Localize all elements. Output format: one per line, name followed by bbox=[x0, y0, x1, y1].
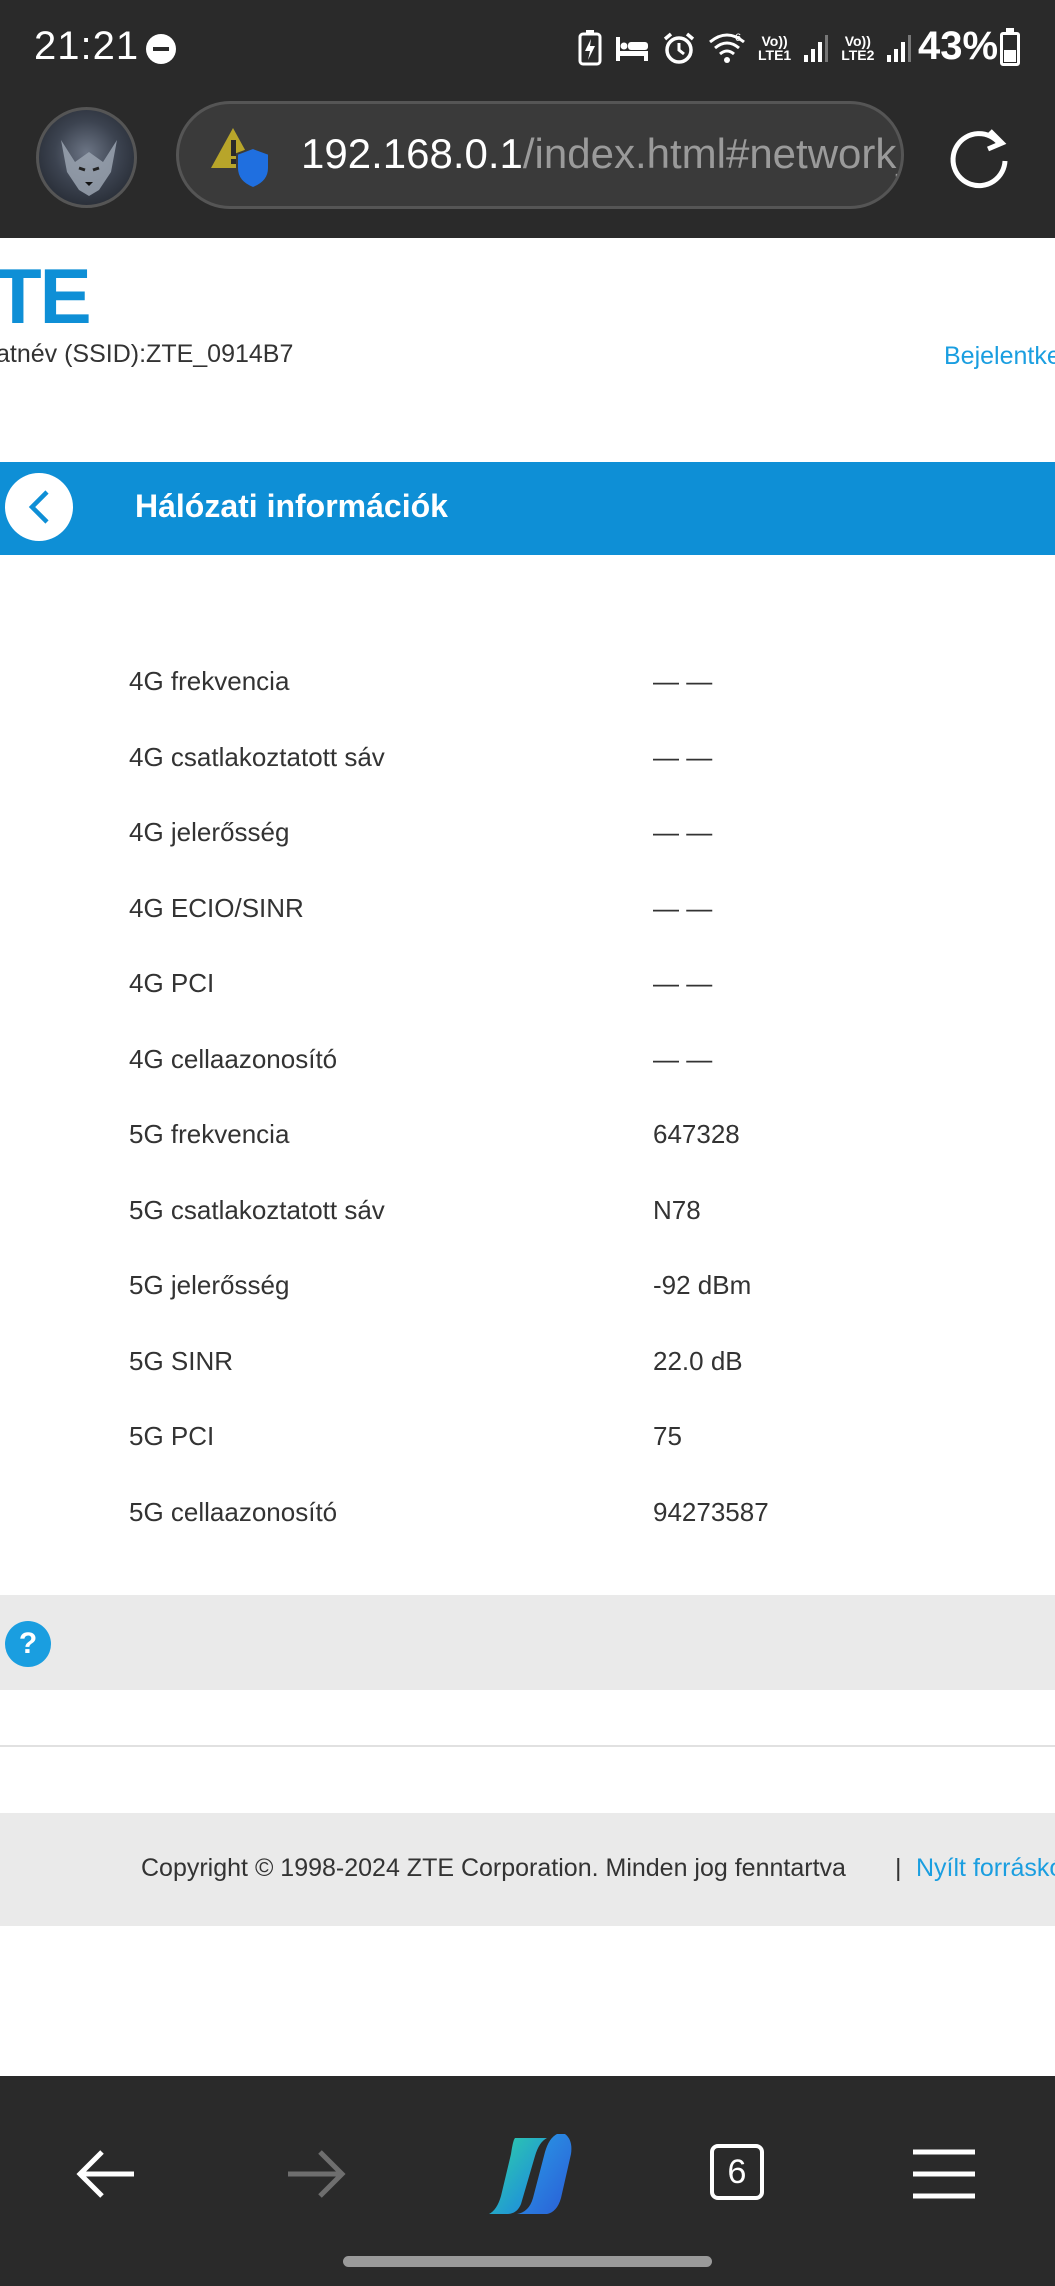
help-strip: ? bbox=[0, 1595, 1055, 1690]
help-icon[interactable]: ? bbox=[5, 1621, 51, 1667]
login-link[interactable]: Bejelentkezés bbox=[944, 342, 1055, 371]
copyright-text: Copyright © 1998-2024 ZTE Corporation. M… bbox=[141, 1854, 846, 1882]
info-label: 5G jelerősség bbox=[129, 1270, 290, 1300]
copilot-icon[interactable] bbox=[477, 2124, 577, 2224]
info-row: 5G PCI 75 bbox=[0, 1397, 1055, 1473]
info-value: 22.0 dB bbox=[653, 1345, 743, 1376]
info-value: 75 bbox=[653, 1421, 682, 1451]
web-page: TE atnév (SSID):ZTE_0914B7 Bejelentkezés… bbox=[0, 238, 1055, 2076]
info-value: — — bbox=[653, 968, 713, 998]
info-row: 5G jelerősség -92 dBm bbox=[0, 1246, 1055, 1322]
info-row: 4G frekvencia — — bbox=[0, 642, 1055, 718]
wolf-avatar-image bbox=[61, 140, 117, 196]
info-value: 94273587 bbox=[653, 1496, 769, 1527]
open-source-link[interactable]: Nyílt forráskódú licencek bbox=[916, 1854, 1055, 1883]
battery-icon bbox=[1000, 28, 1020, 66]
tab-count: 6 bbox=[710, 2144, 764, 2200]
info-row: 5G SINR 22.0 dB bbox=[0, 1322, 1055, 1398]
info-label: 4G ECIO/SINR bbox=[129, 892, 304, 923]
browser-toolbar: 192.168.0.1/index.html#network_info bbox=[0, 95, 1055, 238]
info-value: — — bbox=[653, 1043, 713, 1074]
forward-arrow-icon[interactable] bbox=[266, 2124, 366, 2224]
info-value: — — bbox=[653, 741, 713, 772]
info-row: 5G frekvencia 647328 bbox=[0, 1095, 1055, 1171]
info-row: 4G ECIO/SINR — — bbox=[0, 869, 1055, 945]
info-row: 4G PCI — — bbox=[0, 944, 1055, 1020]
info-row: 4G jelerősség — — bbox=[0, 793, 1055, 869]
info-value: — — bbox=[653, 666, 713, 696]
page-title: Hálózati információk bbox=[135, 488, 448, 524]
info-value: 647328 bbox=[653, 1119, 740, 1149]
sleep-icon bbox=[616, 37, 648, 61]
battery-percent: 43% bbox=[918, 24, 999, 68]
url-host: 192.168.0.1 bbox=[301, 130, 523, 177]
page-footer: Copyright © 1998-2024 ZTE Corporation. M… bbox=[0, 1813, 1055, 1926]
footer-separator: | bbox=[895, 1854, 902, 1882]
info-label: 5G frekvencia bbox=[129, 1119, 290, 1149]
info-row: 4G csatlakoztatott sáv — — bbox=[0, 718, 1055, 794]
alarm-icon bbox=[663, 32, 695, 64]
info-label: 4G PCI bbox=[129, 968, 215, 998]
divider bbox=[0, 1745, 1055, 1747]
url-path: /index.html#network_info bbox=[522, 130, 901, 177]
reload-icon[interactable] bbox=[944, 123, 1014, 193]
title-bar: Hálózati információk bbox=[0, 462, 1055, 555]
address-bar[interactable]: 192.168.0.1/index.html#network_info bbox=[176, 101, 904, 209]
info-label: 4G cellaazonosító bbox=[129, 1043, 338, 1074]
volte-sim2-indicator: Vo)) LTE2 bbox=[841, 33, 875, 63]
network-info-table: 4G frekvencia — — 4G csatlakoztatott sáv… bbox=[0, 642, 1055, 1548]
url-text[interactable]: 192.168.0.1/index.html#network_info bbox=[301, 130, 901, 178]
info-value: — — bbox=[653, 892, 713, 923]
info-label: 5G cellaazonosító bbox=[129, 1496, 338, 1527]
info-label: 4G jelerősség bbox=[129, 817, 290, 847]
info-label: 5G PCI bbox=[129, 1421, 215, 1451]
signal-icon bbox=[804, 35, 829, 62]
chevron-left-icon bbox=[28, 490, 49, 524]
info-value: — — bbox=[653, 817, 713, 847]
tabs-button[interactable]: 6 bbox=[688, 2124, 788, 2224]
battery-saver-icon bbox=[578, 30, 602, 66]
browser-bottom-nav: 6 bbox=[0, 2076, 1055, 2286]
ssid-text: atnév (SSID):ZTE_0914B7 bbox=[0, 340, 294, 368]
info-value: -92 dBm bbox=[653, 1270, 752, 1300]
back-arrow-icon[interactable] bbox=[56, 2124, 156, 2224]
zte-logo: TE bbox=[0, 252, 92, 340]
security-warning-icon[interactable] bbox=[209, 126, 271, 190]
info-row: 5G cellaazonosító 94273587 bbox=[0, 1473, 1055, 1549]
wifi-icon: 6 bbox=[709, 32, 745, 63]
home-indicator[interactable] bbox=[343, 2256, 712, 2267]
svg-text:6: 6 bbox=[735, 32, 741, 44]
info-row: 4G cellaazonosító — — bbox=[0, 1020, 1055, 1096]
info-row: 5G csatlakoztatott sáv N78 bbox=[0, 1171, 1055, 1247]
volte-sim1-indicator: Vo)) LTE1 bbox=[758, 33, 792, 63]
dnd-icon bbox=[146, 34, 176, 64]
menu-icon[interactable] bbox=[893, 2124, 993, 2224]
back-button[interactable] bbox=[5, 473, 73, 541]
signal-icon bbox=[887, 35, 912, 62]
info-label: 4G csatlakoztatott sáv bbox=[129, 741, 385, 772]
status-bar: 21:21 6 Vo)) LTE1 Vo)) LTE2 43% bbox=[0, 0, 1055, 95]
info-label: 5G SINR bbox=[129, 1345, 234, 1376]
info-label: 5G csatlakoztatott sáv bbox=[129, 1194, 385, 1225]
status-icons: 6 Vo)) LTE1 Vo)) LTE2 bbox=[578, 26, 912, 70]
profile-avatar[interactable] bbox=[36, 107, 137, 208]
info-value: N78 bbox=[653, 1194, 701, 1225]
info-label: 4G frekvencia bbox=[129, 666, 290, 696]
status-time: 21:21 bbox=[34, 24, 140, 68]
